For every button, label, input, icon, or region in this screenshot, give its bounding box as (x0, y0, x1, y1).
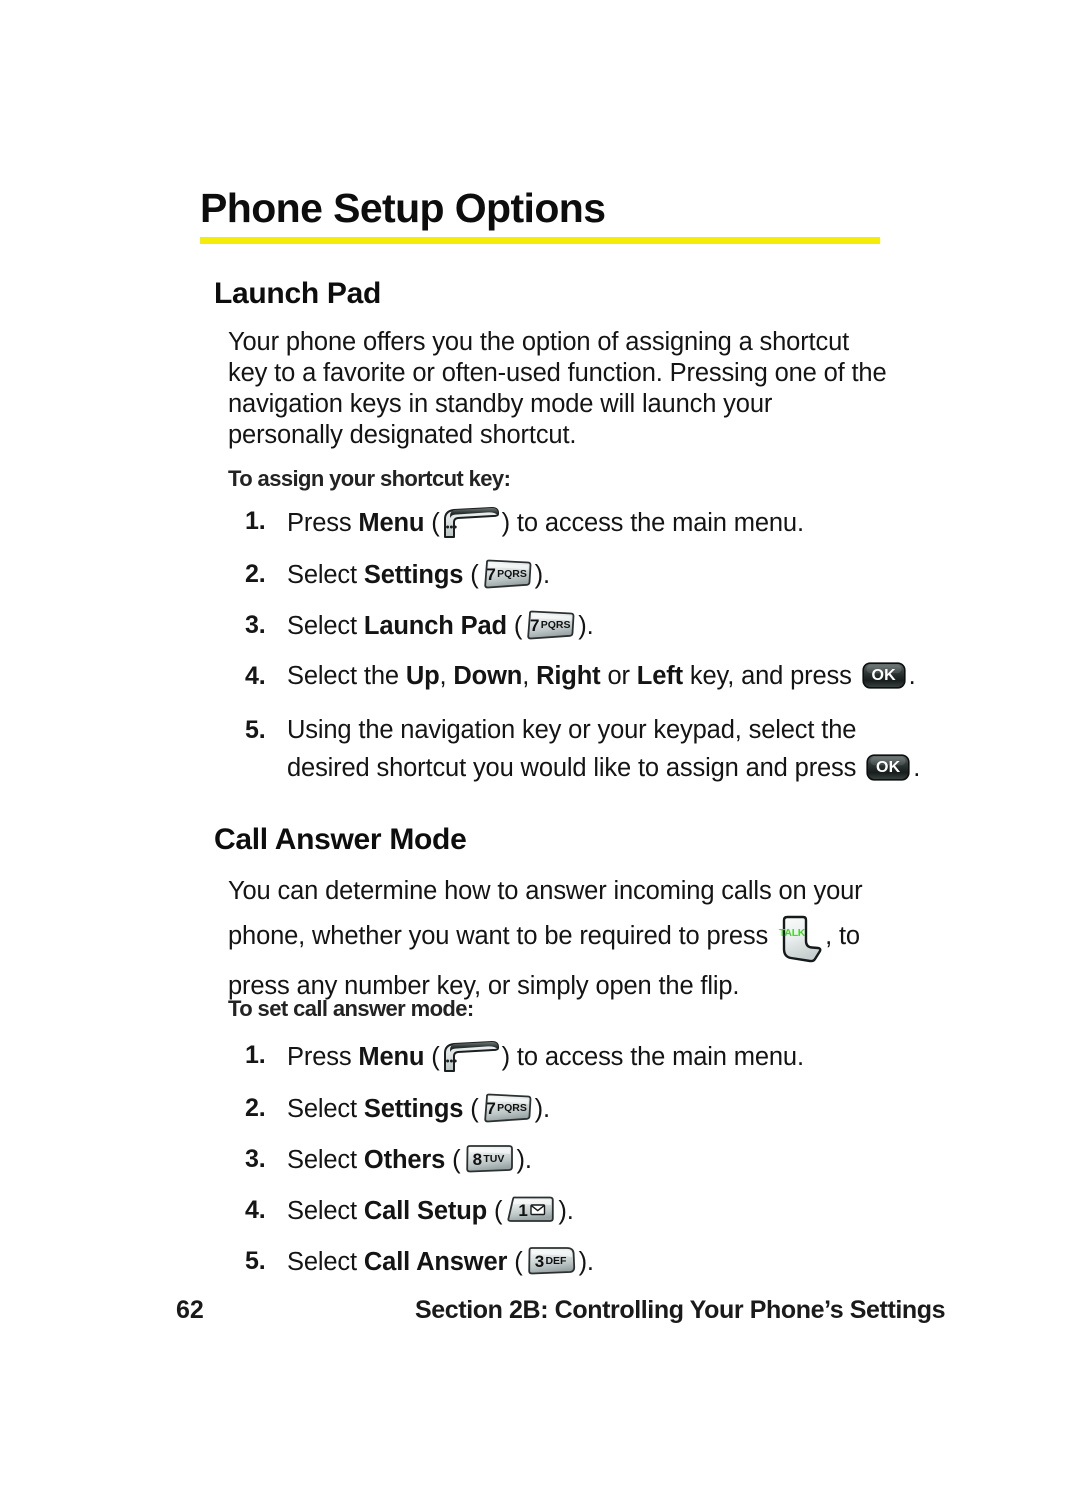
list-item: 3. Select Launch Pad ( 7 PQRS ). (245, 610, 925, 642)
steps-list-launch-pad: 1. Press Menu () to access the main men… (245, 506, 925, 806)
list-item: 1. Press Menu ( ) to access the main menu… (245, 1040, 925, 1074)
subheading-assign-shortcut: To assign your shortcut key: (228, 466, 511, 491)
conjunction-or: or (600, 662, 637, 690)
menu-soft-key-icon (442, 1040, 500, 1074)
step-text: Select (287, 1146, 364, 1174)
list-item: 5. Select Call Answer ( 3 DEF ). (245, 1246, 925, 1278)
step-bold-term: Settings (363, 1095, 464, 1123)
direction-left: Left (636, 662, 683, 690)
ok-key-label: OK (876, 758, 901, 776)
step-number: 3. (245, 1145, 266, 1173)
step-text: Select (287, 612, 364, 640)
talk-key-label: TALK (779, 927, 806, 939)
direction-right: Right (536, 662, 601, 690)
step-bold-term: Menu (358, 509, 425, 537)
step-bold-term: Settings (363, 561, 464, 589)
section-heading-call-answer-mode: Call Answer Mode (214, 823, 467, 856)
step-tail: ) to access the main menu. (501, 509, 804, 537)
step-text: Select (287, 1248, 364, 1276)
step-tail: ). (578, 612, 594, 640)
steps-list-call-answer: 1. Press Menu ( ) to access the main menu… (245, 1040, 925, 1297)
list-item: 3. Select Others ( 8 TUV ). (245, 1144, 925, 1176)
step-number: 4. (245, 662, 266, 690)
section-heading-launch-pad: Launch Pad (214, 277, 382, 310)
list-item: 2. Select Settings ( 7 PQRS ). (245, 1093, 925, 1125)
subheading-set-call-answer-mode: To set call answer mode: (228, 996, 474, 1021)
step-tail: . (908, 662, 916, 690)
paragraph-part-1: You can determine how to answer incoming… (228, 877, 863, 950)
step-number: 2. (245, 560, 266, 588)
step-number: 5. (245, 1247, 266, 1275)
list-item: 1. Press Menu () to access the main men… (245, 506, 925, 540)
direction-up: Up (405, 662, 440, 690)
step-tail: ). (534, 561, 550, 589)
keypad-7pqrs-icon: 7 PQRS (481, 559, 533, 589)
step-number: 5. (245, 716, 266, 744)
keypad-7pqrs-icon: 7 PQRS (524, 610, 576, 640)
paren-open: ( (424, 509, 440, 537)
paragraph-launch-pad: Your phone offers you the option of assi… (228, 328, 887, 449)
paren-open: ( (487, 1197, 503, 1225)
list-item: 4. Select the Up, Down, Right or Left key… (245, 661, 925, 692)
step-mid: key, and press (682, 662, 859, 690)
comma: , (439, 662, 454, 690)
page-title: Phone Setup Options (200, 185, 606, 231)
step-text: Select (287, 1095, 364, 1123)
step-bold-term: Call Setup (363, 1197, 488, 1225)
step-number: 4. (245, 1196, 266, 1224)
talk-key-icon: TALK (777, 914, 823, 964)
step-tail: ) to access the main menu. (501, 1043, 804, 1071)
keypad-8tuv-icon: 8 TUV (463, 1144, 515, 1174)
step-bold-term: Others (363, 1146, 446, 1174)
paragraph-call-answer-mode: You can determine how to answer incoming… (228, 869, 888, 1009)
footer-section-label: Section 2B: Controlling Your Phone’s Set… (415, 1296, 946, 1324)
paren-open: ( (463, 561, 479, 589)
step-bold-term: Menu (358, 1043, 425, 1071)
step-press-text: press (794, 754, 864, 782)
title-underline-rule (200, 237, 880, 244)
step-number: 2. (245, 1094, 266, 1122)
menu-soft-key-icon (442, 506, 500, 540)
keypad-7pqrs-icon: 7 PQRS (481, 1093, 533, 1123)
comma: , (522, 662, 537, 690)
paren-open: ( (445, 1146, 461, 1174)
paren-open: ( (506, 612, 523, 640)
step-tail: ). (578, 1248, 594, 1276)
step-number: 1. (245, 1041, 266, 1069)
step-tail: ). (516, 1146, 532, 1174)
step-text: Select (287, 561, 364, 589)
step-number: 1. (245, 507, 266, 535)
step-number: 3. (245, 611, 266, 639)
step-bold-term: Launch Pad (363, 612, 507, 640)
step-bold-term: Call Answer (363, 1248, 508, 1276)
paren-open: ( (507, 1248, 523, 1276)
keypad-1-voicemail-icon: 1 (504, 1195, 556, 1225)
ok-key-icon: OK (862, 662, 906, 689)
step-text: Select the (287, 662, 406, 690)
step-text: Select (287, 1197, 364, 1225)
list-item: 2. Select Settings ( 7 PQRS ). (245, 559, 925, 591)
direction-down: Down (453, 662, 523, 690)
paren-open: ( (424, 1043, 440, 1071)
ok-key-label: OK (871, 667, 896, 684)
step-text: Press (287, 509, 359, 537)
list-item: 4. Select Call Setup ( 1 ). (245, 1195, 925, 1227)
footer-page-number: 62 (176, 1296, 204, 1324)
manual-page: Phone Setup Options Launch Pad Your phon… (0, 0, 1080, 1496)
step-tail: ). (558, 1197, 574, 1225)
keypad-3def-icon: 3 DEF (525, 1246, 577, 1276)
paren-open: ( (463, 1095, 479, 1123)
step-tail: . (913, 754, 921, 782)
list-item: 5. Using the navigation key or your keypa… (245, 711, 925, 787)
step-text: Using the navigation key or your keypad,… (287, 716, 857, 782)
step-text: Press (287, 1043, 359, 1071)
step-tail: ). (534, 1095, 550, 1123)
ok-key-icon: OK (866, 754, 910, 781)
